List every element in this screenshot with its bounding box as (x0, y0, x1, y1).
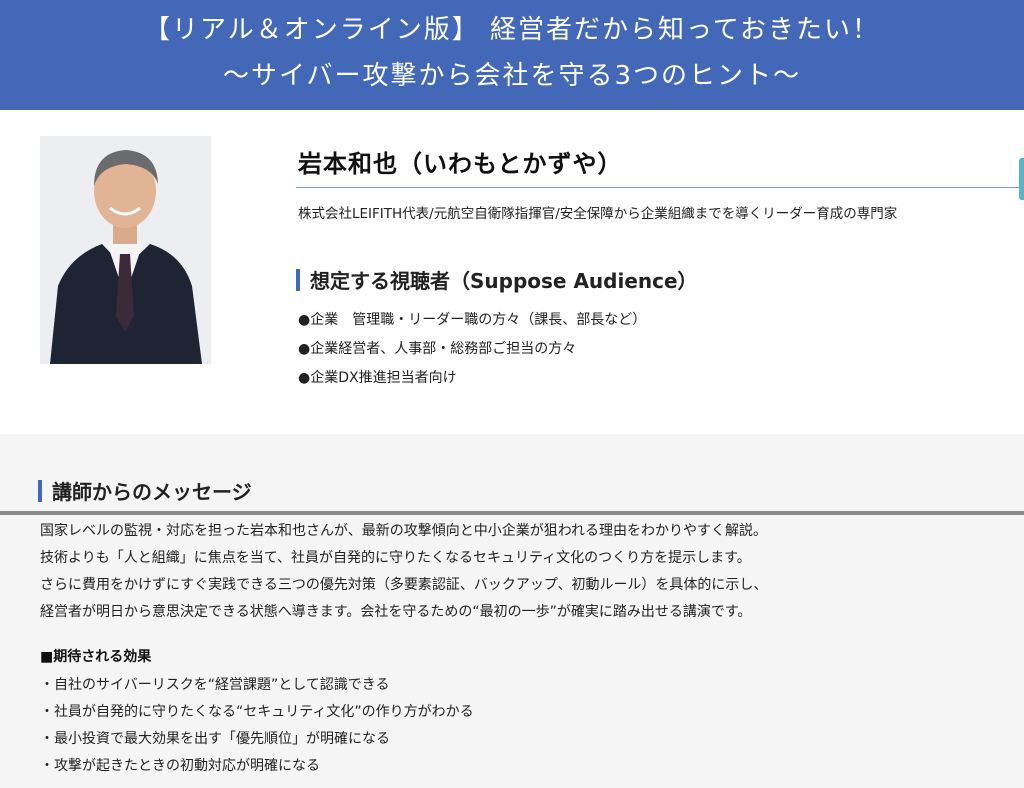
effect-item: ・自社のサイバーリスクを“経営課題”として認識できる (40, 677, 390, 693)
effect-item: ・社員が自発的に守りたくなる“セキュリティ文化”の作り方がわかる (40, 704, 474, 720)
audience-item: ●企業経営者、人事部・総務部ご担当の方々 (298, 341, 577, 357)
message-heading: 講師からのメッセージ (38, 476, 252, 505)
event-title-banner: 【リアル＆オンライン版】 経営者だから知っておきたい！ 〜サイバー攻撃から会社を… (0, 0, 1024, 110)
message-divider (0, 511, 1024, 515)
audience-heading: 想定する視聴者（Suppose Audience） (296, 265, 698, 294)
speaker-title: 株式会社LEIFITH代表/元航空自衛隊指揮官/安全保障から企業組織までを導くリ… (298, 206, 898, 222)
message-paragraph: 技術よりも「人と組織」に焦点を当て、社員が自発的に守りたくなるセキュリティ文化の… (40, 550, 751, 566)
audience-heading-text: 想定する視聴者（Suppose Audience） (310, 269, 698, 293)
effect-item: ・最小投資で最大効果を出す「優先順位」が明確になる (40, 731, 390, 747)
message-body: 国家レベルの監視・対応を担った岩本和也さんが、最新の攻撃傾向と中小企業が狙われる… (40, 518, 767, 626)
effects-title: ■期待される効果 (40, 649, 152, 665)
event-title-line2: 〜サイバー攻撃から会社を守る3つのヒント〜 (222, 61, 802, 91)
message-paragraph: さらに費用をかけずにすぐ実践できる三つの優先対策（多要素認証、バックアップ、初動… (40, 577, 768, 593)
instructor-message-section: 講師からのメッセージ 国家レベルの監視・対応を担った岩本和也さんが、最新の攻撃傾… (0, 434, 1024, 788)
side-edge-tab[interactable] (1019, 158, 1024, 200)
speaker-photo (40, 136, 211, 364)
accent-bar (38, 479, 42, 502)
message-paragraph: 経営者が明日から意思決定できる状態へ導きます。会社を守るための“最初の一歩”が確… (40, 604, 752, 620)
message-heading-text: 講師からのメッセージ (52, 480, 252, 504)
event-title-line1: 【リアル＆オンライン版】 経営者だから知っておきたい！ (144, 15, 880, 45)
speaker-portrait-image (40, 136, 211, 364)
audience-list: ●企業 管理職・リーダー職の方々（課長、部長など） ●企業経営者、人事部・総務部… (298, 306, 646, 393)
audience-item: ●企業 管理職・リーダー職の方々（課長、部長など） (298, 312, 647, 328)
speaker-profile: 岩本和也（いわもとかずや） 株式会社LEIFITH代表/元航空自衛隊指揮官/安全… (0, 110, 1024, 434)
name-divider (296, 187, 1024, 188)
effects-list: ・自社のサイバーリスクを“経営課題”として認識できる ・社員が自発的に守りたくな… (40, 672, 474, 780)
accent-bar (296, 268, 300, 291)
speaker-name: 岩本和也（いわもとかずや） (298, 150, 623, 178)
message-paragraph: 国家レベルの監視・対応を担った岩本和也さんが、最新の攻撃傾向と中小企業が狙われる… (40, 523, 768, 539)
effect-item: ・攻撃が起きたときの初動対応が明確になる (40, 758, 320, 774)
audience-item: ●企業DX推進担当者向け (298, 370, 457, 386)
